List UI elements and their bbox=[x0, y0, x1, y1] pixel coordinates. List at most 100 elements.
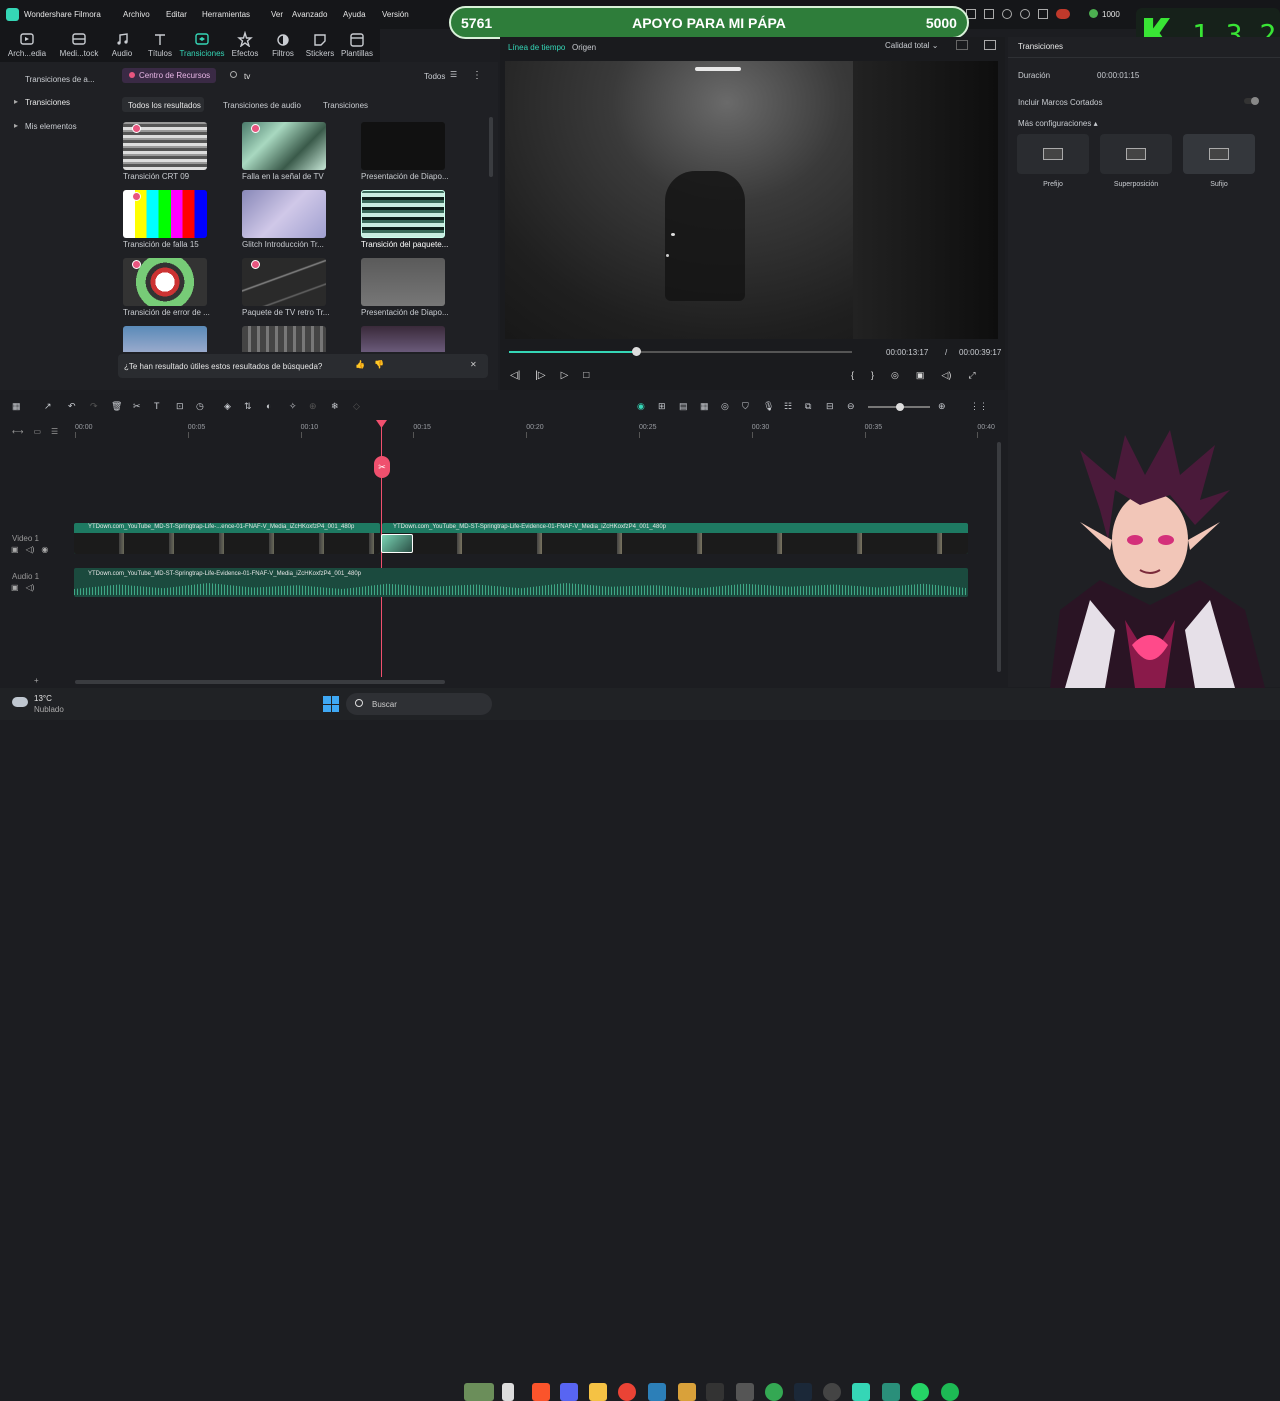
include-toggle[interactable] bbox=[1244, 97, 1259, 105]
play-icon[interactable]: ▷ bbox=[561, 370, 569, 381]
timeline-hscroll[interactable] bbox=[75, 680, 445, 684]
file-icon[interactable] bbox=[502, 1383, 514, 1401]
progress-track[interactable] bbox=[509, 347, 852, 356]
transition-thumbnail[interactable] bbox=[361, 258, 445, 306]
tab-timeline[interactable]: Línea de tiempo bbox=[508, 43, 565, 52]
replace-icon[interactable]: ⧉ bbox=[805, 401, 811, 412]
grid-icon[interactable] bbox=[1038, 9, 1048, 19]
toolbar-stock-button[interactable]: Medi...tock bbox=[56, 31, 102, 61]
shield-icon[interactable]: ⛉ bbox=[742, 401, 749, 412]
folder-icon[interactable] bbox=[589, 1383, 607, 1401]
spotify-icon[interactable] bbox=[941, 1383, 959, 1401]
ripple-icon[interactable]: ▦ bbox=[700, 401, 709, 412]
transition-thumbnail[interactable] bbox=[242, 122, 326, 170]
transition-thumbnail[interactable] bbox=[242, 258, 326, 306]
list-icon[interactable]: ☰ bbox=[51, 427, 58, 436]
thumbs-up-icon[interactable]: 👍 bbox=[355, 360, 365, 369]
thumbnail-preview-icon[interactable] bbox=[464, 1383, 494, 1401]
transition-thumbnail[interactable] bbox=[123, 190, 207, 238]
menu-item-herramientas[interactable]: Herramientas bbox=[202, 10, 250, 19]
sidebar-item-transiciones[interactable]: ▸ Transiciones bbox=[0, 97, 108, 109]
marker-icon[interactable]: ▤ bbox=[679, 401, 688, 412]
thumbs-down-icon[interactable]: 👎 bbox=[374, 360, 384, 369]
image-icon[interactable] bbox=[984, 40, 996, 50]
discord-icon[interactable] bbox=[560, 1383, 578, 1401]
favorite-heart-icon[interactable] bbox=[251, 260, 260, 269]
mute-icon[interactable]: ◁) bbox=[26, 545, 35, 554]
snapshot-icon[interactable] bbox=[956, 40, 968, 50]
folder-icon[interactable]: ▣ bbox=[11, 583, 19, 592]
grid-view-icon[interactable]: ⋮⋮ bbox=[970, 401, 988, 412]
video-clip-1[interactable]: YTDown.com_YouTube_MD-ST-Springtrap-Life… bbox=[74, 523, 380, 554]
menu-item-versión[interactable]: Versión bbox=[382, 10, 409, 19]
zoom-slider[interactable] bbox=[868, 403, 930, 411]
capcut2-icon[interactable] bbox=[736, 1383, 754, 1401]
progress-knob[interactable] bbox=[631, 347, 641, 356]
brave-icon[interactable] bbox=[532, 1383, 550, 1401]
mode-option-suffix[interactable] bbox=[1183, 134, 1255, 174]
toolbar-transition-button[interactable]: Transiciones bbox=[179, 31, 225, 61]
transition-thumbnail[interactable] bbox=[123, 258, 207, 306]
stabilize-icon[interactable]: ⊕ bbox=[309, 401, 317, 412]
cloud-icon[interactable] bbox=[1002, 9, 1012, 19]
select-icon[interactable]: ↗ bbox=[44, 401, 52, 412]
mode-option-prefix[interactable] bbox=[1017, 134, 1089, 174]
mode-option-overlap[interactable] bbox=[1100, 134, 1172, 174]
volume-icon[interactable]: ◁) bbox=[941, 370, 951, 381]
menu-item-ver[interactable]: Ver bbox=[271, 10, 283, 19]
render-icon[interactable]: ◎ bbox=[891, 370, 899, 381]
fit-icon[interactable]: ⊟ bbox=[826, 401, 834, 412]
more-settings-label[interactable]: Más configuraciones ▴ bbox=[1018, 119, 1098, 128]
auto-icon[interactable]: ◉ bbox=[637, 401, 645, 412]
mark-out-icon[interactable]: } bbox=[871, 370, 874, 381]
cut-icon[interactable]: ✂ bbox=[133, 401, 141, 412]
github-icon[interactable] bbox=[823, 1383, 841, 1401]
timeline-vscroll[interactable] bbox=[997, 442, 1001, 672]
redo-icon[interactable]: ↷ bbox=[90, 401, 98, 412]
menu-item-editar[interactable]: Editar bbox=[166, 10, 187, 19]
eye-icon[interactable]: ◉ bbox=[41, 545, 48, 554]
text-icon[interactable]: T bbox=[154, 401, 160, 411]
quality-dropdown[interactable]: Calidad total ⌄ bbox=[885, 41, 938, 50]
transition-thumbnail[interactable] bbox=[361, 326, 445, 352]
link-icon[interactable]: ⟷ bbox=[12, 427, 23, 436]
prev-frame-icon[interactable]: ◁| bbox=[510, 370, 520, 381]
crop-icon[interactable]: ⊡ bbox=[176, 401, 184, 412]
menu-item-ayuda[interactable]: Ayuda bbox=[343, 10, 366, 19]
capcut-icon[interactable] bbox=[648, 1383, 666, 1401]
video-clip-2[interactable]: YTDown.com_YouTube_MD-ST-Springtrap-Life… bbox=[382, 523, 968, 554]
favorite-heart-icon[interactable] bbox=[132, 124, 141, 133]
snap-icon[interactable]: ⊞ bbox=[658, 401, 666, 412]
duration-field[interactable]: 00:00:01:15 bbox=[1097, 71, 1139, 80]
menu-item-avanzado[interactable]: Avanzado bbox=[292, 10, 327, 19]
stop-icon[interactable]: □ bbox=[583, 370, 589, 381]
zoom-out-icon[interactable]: ⊖ bbox=[847, 401, 855, 412]
toolbar-template-button[interactable]: Plantillas bbox=[334, 31, 380, 61]
track-settings-icon[interactable]: ▭ bbox=[33, 427, 41, 436]
files-icon[interactable] bbox=[678, 1383, 696, 1401]
time-ruler[interactable]: 00:00 00:05 00:10 00:15 00:20 00:25 00:30 00:35… bbox=[0, 424, 1000, 438]
transition-thumbnail[interactable] bbox=[242, 190, 326, 238]
mark-in-icon[interactable]: { bbox=[851, 370, 854, 381]
filmora2-icon[interactable] bbox=[882, 1383, 900, 1401]
close-icon[interactable]: ✕ bbox=[470, 360, 477, 369]
next-frame-icon[interactable]: |▷ bbox=[535, 370, 545, 381]
transition-thumbnail[interactable] bbox=[361, 122, 445, 170]
toolbar-title-button[interactable]: Títulos bbox=[137, 31, 183, 61]
favorite-heart-icon[interactable] bbox=[251, 124, 260, 133]
keyframe-icon[interactable]: ◇ bbox=[353, 401, 360, 412]
whatsapp-icon[interactable] bbox=[911, 1383, 929, 1401]
steam-icon[interactable] bbox=[794, 1383, 812, 1401]
camera-icon[interactable]: ▣ bbox=[916, 370, 925, 381]
toolbar-media-button[interactable]: Arch...edia bbox=[4, 31, 50, 61]
layout-icon[interactable]: ▦ bbox=[12, 401, 21, 412]
transition-thumbnail[interactable] bbox=[123, 122, 207, 170]
tab-source[interactable]: Origen bbox=[572, 43, 596, 52]
freeze-icon[interactable]: ❄ bbox=[331, 401, 339, 412]
menu-item-archivo[interactable]: Archivo bbox=[123, 10, 150, 19]
mic-icon[interactable]: 🎙 bbox=[763, 401, 774, 412]
mute-icon[interactable]: ◁) bbox=[26, 583, 35, 592]
render-icon[interactable]: ◎ bbox=[721, 401, 729, 412]
split-audio-icon[interactable]: ⇅ bbox=[244, 401, 252, 412]
transition-thumbnail[interactable] bbox=[242, 326, 326, 352]
